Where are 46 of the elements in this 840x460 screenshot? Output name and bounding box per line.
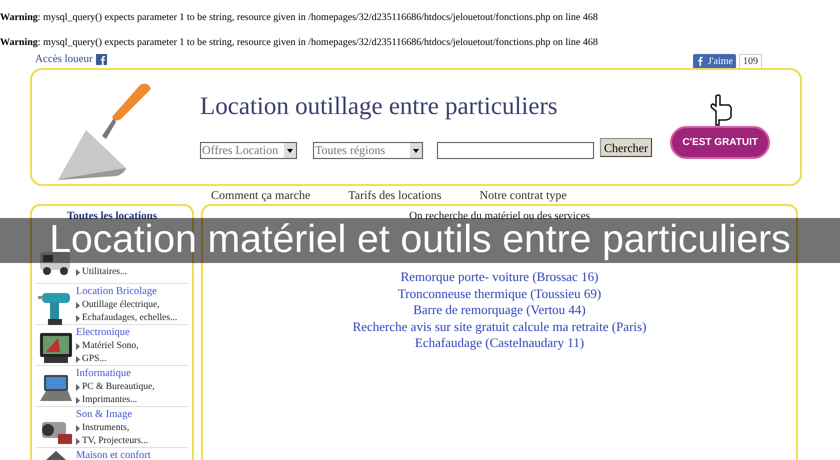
subcategory-link[interactable]: Outillage électrique,: [76, 299, 178, 312]
request-link[interactable]: Barre de remorquage (Vertou 44): [413, 302, 586, 318]
subcategory-link[interactable]: Matériel Sono,: [76, 340, 138, 353]
triangle-bullet-icon: [76, 438, 80, 445]
request-link[interactable]: Tronconneuse thermique (Toussieu 69): [398, 286, 602, 302]
roof-icon: [46, 450, 66, 460]
subcategory-link[interactable]: TV, Projecteurs...: [76, 435, 148, 448]
warning-message: Warning: mysql_query() expects parameter 1 to be string, resource given in /homepages/32/d235116686/htdocs/jelouetout/fonctions.php on line 468: [0, 36, 599, 49]
nav-link[interactable]: Notre contrat type: [479, 187, 567, 203]
category-link[interactable]: Location Bricolage: [76, 285, 178, 299]
subcategory-link[interactable]: PC & Bureautique,: [76, 381, 155, 394]
like-count: 109: [739, 54, 762, 68]
nav-link[interactable]: Comment ça marche: [211, 187, 310, 203]
region-select[interactable]: Toutes régions: [313, 142, 423, 159]
triangle-bullet-icon: [76, 315, 80, 322]
triangle-bullet-icon: [76, 384, 80, 391]
request-link[interactable]: Recherche avis sur site gratuit calcule ma retraite (Paris): [352, 318, 646, 335]
triangle-bullet-icon: [76, 397, 80, 404]
request-link[interactable]: Echafaudage (Castelnaudary 11): [414, 335, 584, 352]
category-link[interactable]: Electronique: [76, 326, 138, 340]
search-button[interactable]: Chercher: [600, 138, 652, 157]
triangle-bullet-icon: [76, 269, 80, 276]
triangle-bullet-icon: [76, 425, 80, 432]
triangle-bullet-icon: [76, 343, 80, 350]
request-link[interactable]: Remorque porte- voiture (Brossac 16): [400, 269, 598, 286]
subcategory-link[interactable]: Utilitaires...: [76, 266, 128, 279]
triangle-bullet-icon: [76, 356, 80, 363]
facebook-icon: [696, 56, 705, 66]
category-link[interactable]: Informatique: [76, 367, 155, 381]
warning-message: Warning: mysql_query() expects parameter 1 to be string, resource given in /homepages/32/d235116686/htdocs/jelouetout/fonctions.php on line 468: [0, 11, 599, 24]
free-signup-button[interactable]: C'EST GRATUIT: [670, 126, 770, 159]
search-field[interactable]: [437, 142, 594, 159]
category-link[interactable]: Maison et confort: [76, 449, 151, 460]
site-title: Location outillage entre particuliers: [200, 92, 558, 122]
facebook-icon[interactable]: [96, 54, 107, 64]
like-button[interactable]: J'aime: [692, 54, 736, 68]
subcategory-link[interactable]: Echafaudages, echelles...: [76, 312, 178, 325]
nav-link[interactable]: Tarifs des locations: [348, 187, 442, 203]
subcategory-link[interactable]: Imprimantes...: [76, 394, 155, 407]
triangle-bullet-icon: [76, 302, 80, 309]
subcategory-link[interactable]: Instruments,: [76, 422, 148, 435]
category-link[interactable]: Son & Image: [76, 408, 148, 422]
owner-link[interactable]: Accès loueur: [35, 50, 93, 68]
offer-select[interactable]: Offres Location: [200, 142, 297, 159]
monitor-icon: [38, 330, 74, 366]
subcategory-link[interactable]: GPS...: [76, 353, 138, 366]
